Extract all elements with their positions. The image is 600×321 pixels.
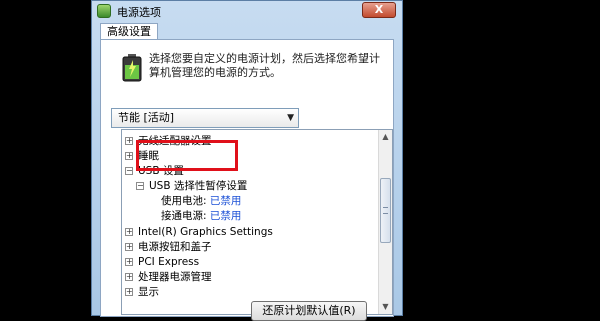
tree-item-power-buttons-lid[interactable]: + 电源按钮和盖子 — [125, 240, 212, 254]
expand-icon[interactable]: + — [125, 243, 133, 251]
tree-item-label: Intel(R) Graphics Settings — [138, 226, 273, 238]
power-options-icon — [97, 4, 111, 18]
expand-icon[interactable]: + — [125, 288, 133, 296]
tree-item-usb-selective-suspend[interactable]: − USB 选择性暂停设置 — [136, 179, 247, 193]
tree-item-label: USB 选择性暂停设置 — [149, 180, 248, 192]
restore-defaults-button[interactable]: 还原计划默认值(R) — [251, 301, 367, 321]
battery-icon — [122, 54, 142, 82]
setting-label: 接通电源: — [161, 210, 207, 222]
window-title: 电源选项 — [117, 6, 161, 19]
close-button[interactable]: X — [362, 2, 396, 18]
power-plan-value: 节能 [活动] — [118, 111, 175, 124]
expand-icon[interactable]: + — [125, 152, 133, 160]
tree-item-display[interactable]: + 显示 — [125, 285, 159, 299]
tree-item-intel-graphics[interactable]: + Intel(R) Graphics Settings — [125, 225, 273, 239]
power-plan-select[interactable]: 节能 [活动] ▼ — [111, 108, 299, 128]
tree-item-plugged-in[interactable]: 接通电源: 已禁用 — [161, 209, 241, 223]
scroll-up-icon[interactable]: ▲ — [379, 130, 392, 144]
title-bar[interactable]: 电源选项 X — [92, 1, 402, 21]
tree-item-label: PCI Express — [138, 256, 200, 268]
setting-value-link[interactable]: 已禁用 — [210, 195, 242, 207]
tree-item-on-battery[interactable]: 使用电池: 已禁用 — [161, 194, 241, 208]
tree-item-pci-express[interactable]: + PCI Express — [125, 255, 199, 269]
collapse-icon[interactable]: − — [136, 182, 144, 190]
expand-icon[interactable]: + — [125, 137, 133, 145]
tree-item-label: 显示 — [138, 286, 159, 298]
collapse-icon[interactable]: − — [125, 167, 133, 175]
chevron-down-icon: ▼ — [287, 113, 294, 123]
advanced-settings-panel: 选择您要自定义的电源计划，然后选择您希望计算机管理您的电源的方式。 节能 [活动… — [100, 39, 394, 321]
description-text: 选择您要自定义的电源计划，然后选择您希望计算机管理您的电源的方式。 — [149, 52, 380, 79]
tree-item-label: 处理器电源管理 — [138, 271, 212, 283]
expand-icon[interactable]: + — [125, 258, 133, 266]
highlight-annotation — [136, 140, 238, 171]
tree-item-processor-power[interactable]: + 处理器电源管理 — [125, 270, 212, 284]
setting-value-link[interactable]: 已禁用 — [210, 210, 242, 222]
power-options-dialog: 电源选项 X 高级设置 选择您要自定义的电源计划，然后选择您希望计算机管理您的电… — [91, 0, 403, 321]
expand-icon[interactable]: + — [125, 228, 133, 236]
scroll-down-icon[interactable]: ▼ — [379, 300, 392, 314]
setting-label: 使用电池: — [161, 195, 207, 207]
expand-icon[interactable]: + — [125, 273, 133, 281]
tree-scrollbar[interactable]: ▲ ▼ — [378, 130, 392, 314]
tab-advanced-settings[interactable]: 高级设置 — [100, 23, 158, 40]
tree-item-label: 电源按钮和盖子 — [138, 241, 212, 253]
grip-icon — [383, 207, 388, 214]
scrollbar-thumb[interactable] — [380, 178, 391, 243]
